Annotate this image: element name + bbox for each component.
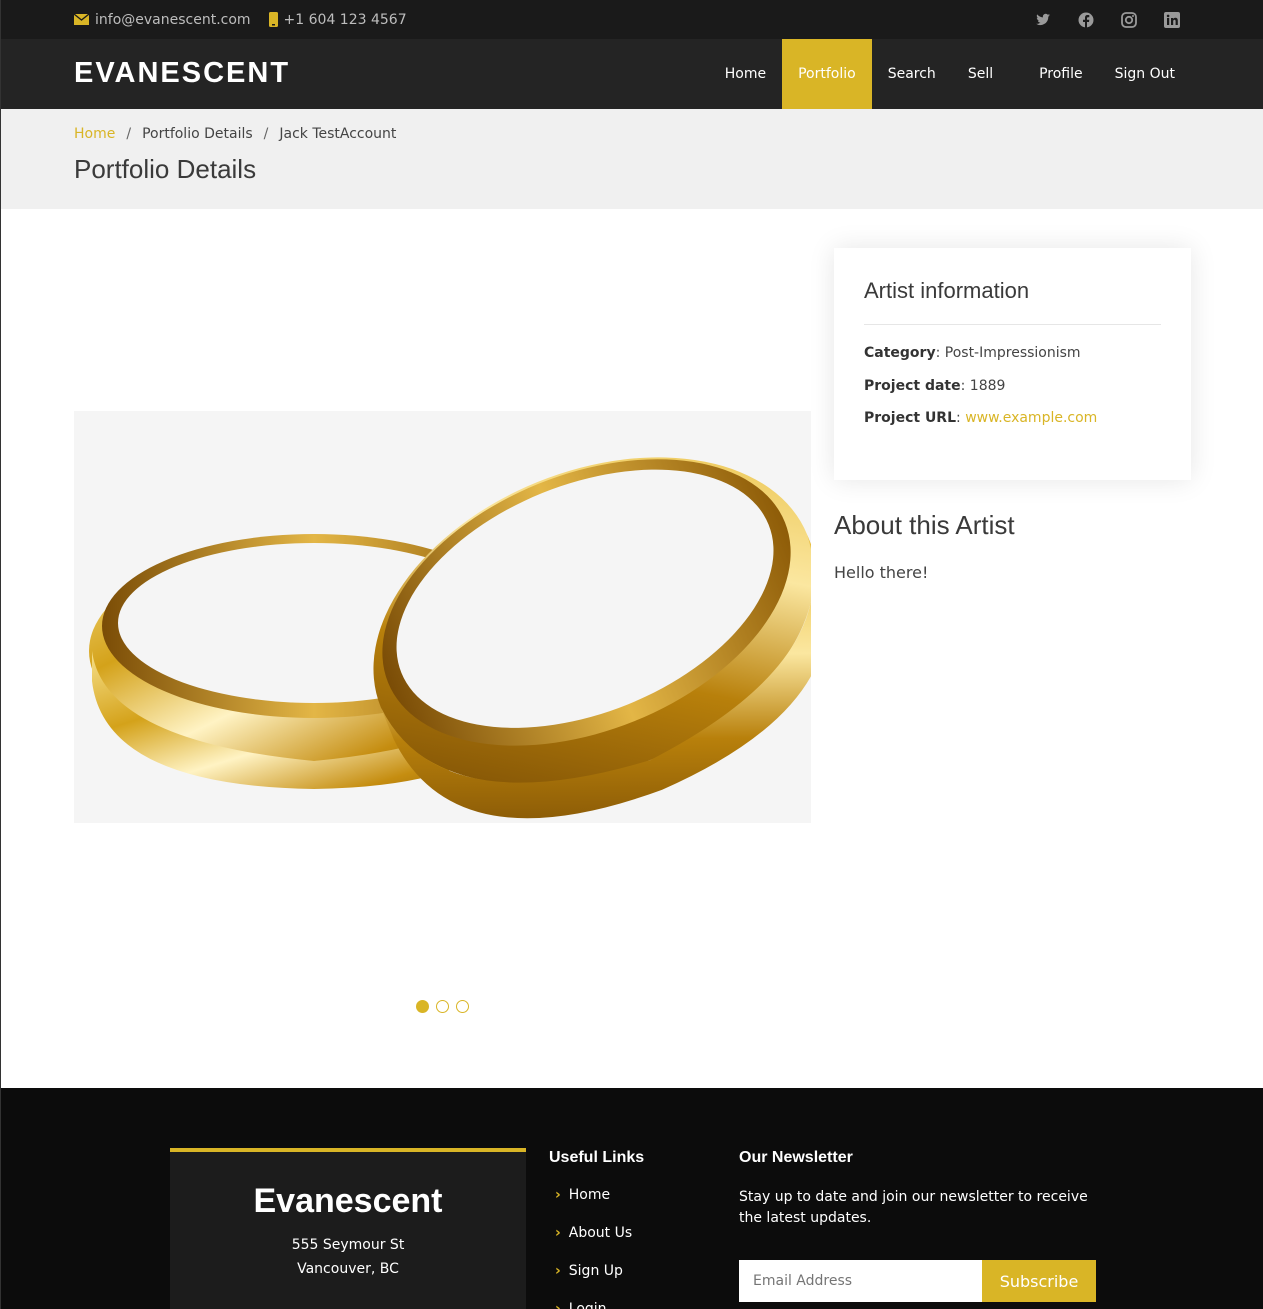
portfolio-image[interactable] — [74, 411, 811, 823]
contact-info: info@evanescent.com +1 604 123 4567 — [74, 0, 425, 39]
topbar: info@evanescent.com +1 604 123 4567 — [1, 0, 1263, 39]
phone-icon — [268, 12, 278, 27]
project-date-value: 1889 — [969, 377, 1006, 394]
chevron-right-icon: › — [555, 1187, 561, 1203]
carousel-pagination — [416, 1000, 476, 1013]
newsletter-email-input[interactable] — [739, 1260, 982, 1302]
footer-link-home[interactable]: › Home — [549, 1187, 644, 1225]
phone-contact[interactable]: +1 604 123 4567 — [268, 11, 407, 28]
twitter-icon[interactable] — [1035, 12, 1051, 28]
artist-info-card: Artist information Category: Post-Impres… — [834, 248, 1191, 480]
main-nav: Home Portfolio Search Sell Profile Sign … — [709, 39, 1191, 109]
category-row: Category: Post-Impressionism — [864, 345, 1081, 361]
project-date-row: Project date: 1889 — [864, 377, 1006, 394]
chevron-right-icon: › — [555, 1225, 561, 1241]
about-artist-title: About this Artist — [834, 510, 1015, 540]
carousel-dot-3[interactable] — [456, 1000, 469, 1013]
nav-sign-out[interactable]: Sign Out — [1099, 39, 1191, 109]
breadcrumb-separator: / — [126, 126, 132, 142]
nav-profile[interactable]: Profile — [1023, 39, 1099, 109]
linkedin-icon[interactable] — [1164, 11, 1180, 28]
artist-info-list: Category: Post-Impressionism Project dat… — [864, 345, 1161, 443]
email-contact[interactable]: info@evanescent.com — [74, 12, 251, 28]
email-text: info@evanescent.com — [95, 11, 251, 28]
chevron-right-icon: › — [555, 1301, 561, 1309]
nav-home[interactable]: Home — [709, 39, 782, 109]
nav-search[interactable]: Search — [872, 39, 952, 109]
footer-link-login[interactable]: › Login — [549, 1301, 644, 1309]
footer-link-label: About Us — [568, 1225, 633, 1241]
category-label: Category — [864, 345, 936, 361]
page-title: Portfolio Details — [74, 154, 257, 184]
category-value: Post-Impressionism — [944, 345, 1081, 361]
footer: Evanescent 555 Seymour St Vancouver, BC … — [1, 1088, 1263, 1309]
address-line-1: 555 Seymour St — [291, 1237, 405, 1253]
site-logo[interactable]: EVANESCENT — [74, 57, 290, 90]
about-artist-text: Hello there! — [834, 563, 929, 582]
useful-links-title: Useful Links — [549, 1149, 645, 1166]
footer-link-about[interactable]: › About Us — [549, 1225, 644, 1263]
newsletter-form: Subscribe — [739, 1260, 1096, 1302]
instagram-icon[interactable] — [1121, 11, 1137, 28]
main-header: EVANESCENT Home Portfolio Search Sell Pr… — [1, 39, 1263, 109]
nav-portfolio[interactable]: Portfolio — [782, 39, 872, 109]
breadcrumb-section: Home / Portfolio Details / Jack TestAcco… — [1, 109, 1263, 209]
newsletter-title: Our Newsletter — [739, 1149, 853, 1166]
subscribe-button[interactable]: Subscribe — [982, 1260, 1096, 1302]
newsletter-text: Stay up to date and join our newsletter … — [739, 1189, 1088, 1226]
breadcrumb-separator: / — [263, 126, 269, 142]
footer-info-box: Evanescent 555 Seymour St Vancouver, BC — [170, 1148, 526, 1309]
address-line-2: Vancouver, BC — [297, 1261, 399, 1277]
project-url-label: Project URL — [864, 410, 957, 426]
project-url-row: Project URL: www.example.com — [864, 410, 1098, 426]
nav-sell[interactable]: Sell — [952, 39, 1023, 109]
carousel-dot-2[interactable] — [436, 1000, 449, 1013]
footer-link-signup[interactable]: › Sign Up — [549, 1263, 644, 1301]
chevron-right-icon: › — [555, 1263, 561, 1279]
useful-links-list: › Home › About Us › Sign Up › Login — [549, 1187, 644, 1309]
project-url-link[interactable]: www.example.com — [965, 410, 1097, 426]
facebook-icon[interactable] — [1078, 12, 1094, 28]
footer-link-label: Sign Up — [568, 1263, 623, 1279]
breadcrumb-home[interactable]: Home — [74, 126, 115, 142]
footer-address: 555 Seymour St Vancouver, BC — [170, 1233, 526, 1281]
breadcrumb: Home / Portfolio Details / Jack TestAcco… — [74, 126, 396, 142]
carousel-dot-1[interactable] — [416, 1000, 429, 1013]
footer-brand: Evanescent — [253, 1182, 443, 1220]
gold-rings-image — [89, 457, 811, 819]
social-links — [1008, 0, 1180, 39]
project-date-label: Project date — [864, 377, 961, 394]
useful-links: Useful Links › Home › About Us › Sign Up › L… — [549, 1149, 644, 1309]
footer-link-label: Login — [568, 1301, 607, 1309]
phone-text: +1 604 123 4567 — [283, 11, 407, 28]
envelope-icon — [74, 14, 89, 25]
newsletter-section: Our Newsletter Stay up to date and join … — [739, 1149, 1099, 1302]
breadcrumb-portfolio-details: Portfolio Details — [142, 126, 253, 142]
footer-link-label: Home — [568, 1187, 611, 1203]
artist-info-title: Artist information — [864, 278, 1161, 325]
breadcrumb-current: Jack TestAccount — [279, 126, 397, 142]
